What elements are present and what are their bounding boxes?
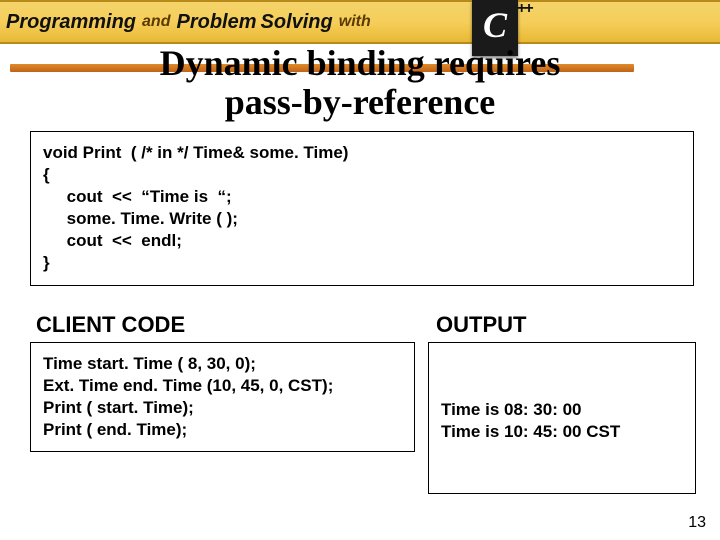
cpp-logo-plus: ++: [517, 0, 532, 18]
header-with: with: [339, 13, 371, 31]
slide-title: Dynamic binding requires pass-by-referen…: [0, 44, 720, 122]
header-problem: Problem: [176, 11, 256, 34]
label-client-code: CLIENT CODE: [36, 312, 185, 338]
header-programming: Programming: [6, 11, 136, 34]
section-labels: CLIENT CODE OUTPUT: [36, 312, 696, 338]
title-line-1: Dynamic binding requires: [160, 43, 561, 83]
header-and: and: [142, 13, 170, 31]
title-line-2: pass-by-reference: [225, 82, 496, 122]
code-box-print: void Print ( /* in */ Time& some. Time) …: [30, 131, 694, 286]
label-output: OUTPUT: [436, 312, 526, 338]
slide-header: Programming and Problem Solving with: [0, 0, 720, 44]
page-number: 13: [688, 514, 706, 532]
header-solving: Solving: [261, 11, 333, 34]
code-box-client: Time start. Time ( 8, 30, 0); Ext. Time …: [30, 342, 415, 452]
code-box-output: Time is 08: 30: 00 Time is 10: 45: 00 CS…: [428, 342, 696, 494]
